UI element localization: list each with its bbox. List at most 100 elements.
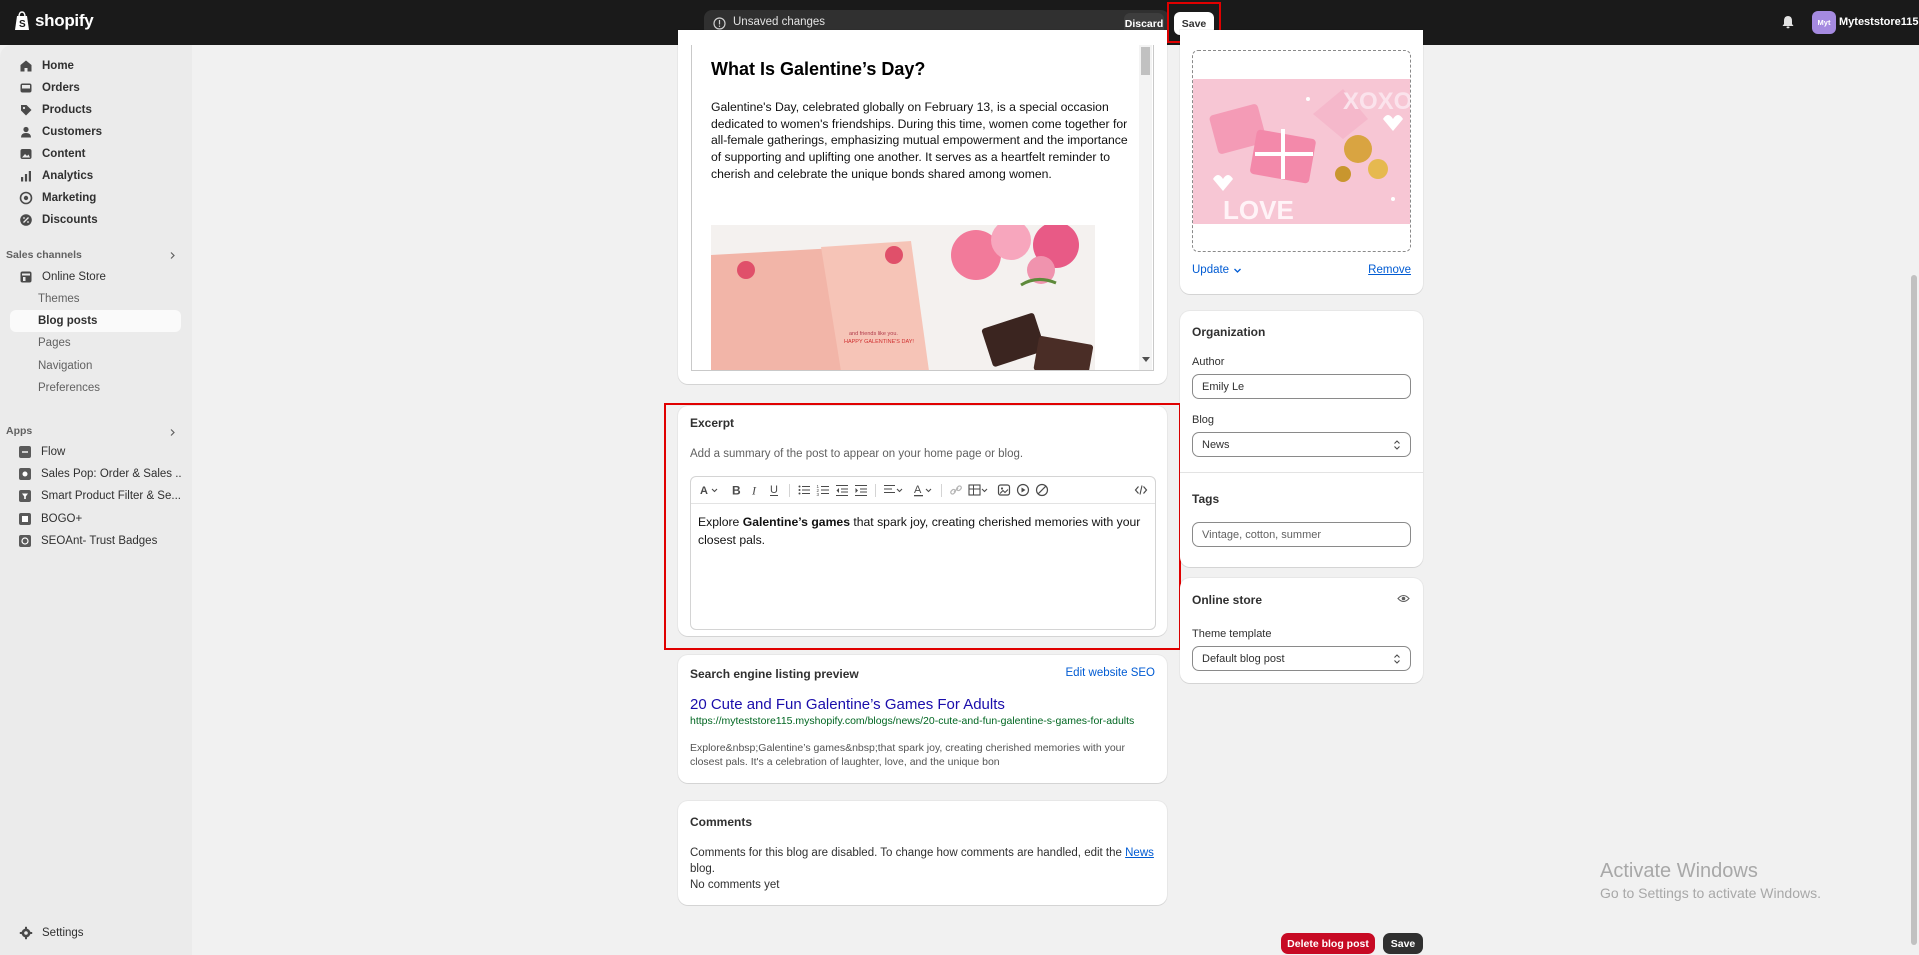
sidebar-item-online-store[interactable]: Online Store — [10, 267, 181, 287]
scroll-down-arrow-icon[interactable] — [1142, 357, 1150, 362]
sidebar-item-pages[interactable]: Pages — [10, 332, 181, 354]
sidebar-app-sales-pop[interactable]: Sales Pop: Order & Sales ... — [10, 464, 181, 484]
discount-icon — [20, 214, 32, 226]
flow-app-icon — [19, 446, 31, 458]
watermark-line-2: Go to Settings to activate Windows. — [1600, 885, 1821, 901]
sidebar-item-label: Orders — [42, 82, 80, 94]
sidebar-item-home[interactable]: Home — [10, 56, 181, 76]
blog-label: Blog — [1192, 414, 1215, 426]
sidebar-item-marketing[interactable]: Marketing — [10, 188, 181, 208]
person-icon — [21, 126, 31, 138]
sidebar-item-label: Customers — [42, 126, 103, 138]
sidebar-app-smart-filter[interactable]: Smart Product Filter & Se... — [10, 486, 181, 506]
card-text-2: HAPPY GALENTINE'S DAY! — [844, 339, 914, 345]
seo-description: Explore&nbsp;Galentine’s games&nbsp;that… — [690, 742, 1125, 768]
sidebar-item-label: Products — [42, 104, 92, 116]
edit-seo-link[interactable]: Edit website SEO — [1066, 667, 1155, 679]
comments-disabled-text-end: blog. — [690, 863, 715, 875]
sidebar-app-label: Sales Pop: Order & Sales ... — [41, 468, 181, 480]
featured-image: XOXO LOVE — [1193, 79, 1411, 224]
sidebar-item-blog-posts[interactable]: Blog posts — [10, 310, 181, 332]
sidebar-item-products[interactable]: Products — [10, 100, 181, 120]
online-store-title: Online store — [1192, 593, 1263, 607]
news-blog-link[interactable]: News — [1125, 847, 1154, 859]
featured-image-card: XOXO LOVE Update Remove — [1180, 30, 1423, 294]
sidebar-item-themes[interactable]: Themes — [10, 288, 181, 310]
seo-title: Search engine listing preview — [690, 667, 859, 681]
online-store-card: Online store Theme template Default blog… — [1180, 578, 1423, 683]
featured-image-dropzone[interactable]: XOXO LOVE — [1192, 50, 1411, 252]
sidebar-item-label: Home — [42, 60, 74, 72]
organization-title: Organization — [1192, 325, 1266, 339]
content-editor-card: What Is Galentine’s Day? Galentine's Day… — [678, 30, 1167, 384]
sidebar: Home Orders Products Customers Content A… — [0, 45, 192, 955]
sidebar-item-label: Analytics — [42, 170, 94, 182]
sidebar-item-navigation[interactable]: Navigation — [10, 355, 181, 377]
sidebar-item-label: Discounts — [42, 214, 98, 226]
update-image-button[interactable]: Update — [1192, 264, 1242, 276]
sidebar-item-analytics[interactable]: Analytics — [10, 166, 181, 186]
card-text-1: and friends like you. — [849, 331, 898, 337]
gear-icon — [19, 926, 33, 940]
comments-disabled-text: Comments for this blog are disabled. To … — [690, 847, 1126, 859]
avatar[interactable]: Myt — [1812, 11, 1836, 34]
post-heading: What Is Galentine’s Day? — [711, 59, 926, 79]
author-field[interactable]: Emily Le — [1192, 374, 1411, 399]
art-text-love: LOVE — [1223, 195, 1294, 224]
sidebar-app-seoant[interactable]: SEOAnt- Trust Badges — [10, 531, 181, 551]
home-icon — [20, 60, 32, 72]
sidebar-app-label: Flow — [41, 446, 66, 458]
sidebar-item-label: Online Store — [42, 271, 106, 283]
seoant-app-icon — [19, 535, 31, 547]
sidebar-app-bogo[interactable]: BOGO+ — [10, 509, 181, 529]
store-icon — [20, 271, 32, 283]
sidebar-item-orders[interactable]: Orders — [10, 78, 181, 98]
comments-title: Comments — [690, 815, 753, 829]
delete-blog-post-button[interactable]: Delete blog post — [1281, 933, 1375, 954]
select-arrows-icon — [1394, 654, 1400, 664]
seo-preview-card: Search engine listing preview Edit websi… — [678, 655, 1167, 783]
seo-page-title: 20 Cute and Fun Galentine’s Games For Ad… — [690, 696, 1005, 713]
sidebar-app-flow[interactable]: Flow — [10, 442, 181, 462]
chart-icon — [21, 171, 31, 182]
sales-channels-title: Sales channels — [6, 249, 82, 261]
editor-scrollbar[interactable] — [1139, 45, 1152, 370]
store-name[interactable]: Myteststore115 — [1839, 16, 1919, 28]
watermark-line-1: Activate Windows — [1600, 860, 1758, 882]
sidebar-item-label: Content — [42, 148, 86, 160]
logo-text: shopify — [35, 11, 94, 30]
eye-icon[interactable] — [1397, 592, 1410, 605]
theme-template-select[interactable]: Default blog post — [1192, 646, 1411, 671]
info-circle-icon — [713, 17, 726, 30]
svg-text:S: S — [19, 19, 26, 30]
sidebar-item-settings[interactable]: Settings — [10, 923, 181, 943]
blog-select[interactable]: News — [1192, 432, 1411, 457]
windows-activation-watermark: Activate Windows Go to Settings to activ… — [1600, 860, 1821, 901]
tags-input[interactable]: Vintage, cotton, summer — [1192, 522, 1411, 547]
sidebar-item-discounts[interactable]: Discounts — [10, 210, 181, 230]
bell-icon[interactable] — [1780, 14, 1796, 30]
chevron-right-icon[interactable] — [168, 428, 177, 437]
content-editor[interactable]: What Is Galentine’s Day? Galentine's Day… — [691, 45, 1154, 371]
chevron-down-icon — [1234, 268, 1242, 273]
inbox-icon — [20, 83, 32, 93]
sidebar-item-label: Settings — [42, 927, 84, 939]
author-label: Author — [1192, 356, 1225, 368]
sidebar-item-content[interactable]: Content — [10, 144, 181, 164]
art-text-xoxo: XOXO — [1343, 88, 1411, 115]
editor-scroll-thumb[interactable] — [1141, 47, 1150, 75]
sidebar-app-label: BOGO+ — [41, 513, 83, 525]
no-comments-text: No comments yet — [690, 879, 780, 891]
shopify-logo[interactable]: S shopify — [14, 11, 94, 31]
chevron-right-icon[interactable] — [168, 251, 177, 260]
sidebar-item-customers[interactable]: Customers — [10, 122, 181, 142]
remove-image-link[interactable]: Remove — [1368, 264, 1411, 276]
comments-text: Comments for this blog are disabled. To … — [690, 845, 1155, 893]
unsaved-label: Unsaved changes — [733, 16, 826, 28]
select-arrows-icon — [1394, 440, 1400, 450]
save-bottom-button[interactable]: Save — [1383, 933, 1423, 954]
filter-app-icon — [19, 490, 31, 502]
page-scroll-thumb[interactable] — [1911, 275, 1917, 945]
shopify-bag-icon: S — [15, 11, 29, 30]
sidebar-item-preferences[interactable]: Preferences — [10, 377, 181, 399]
